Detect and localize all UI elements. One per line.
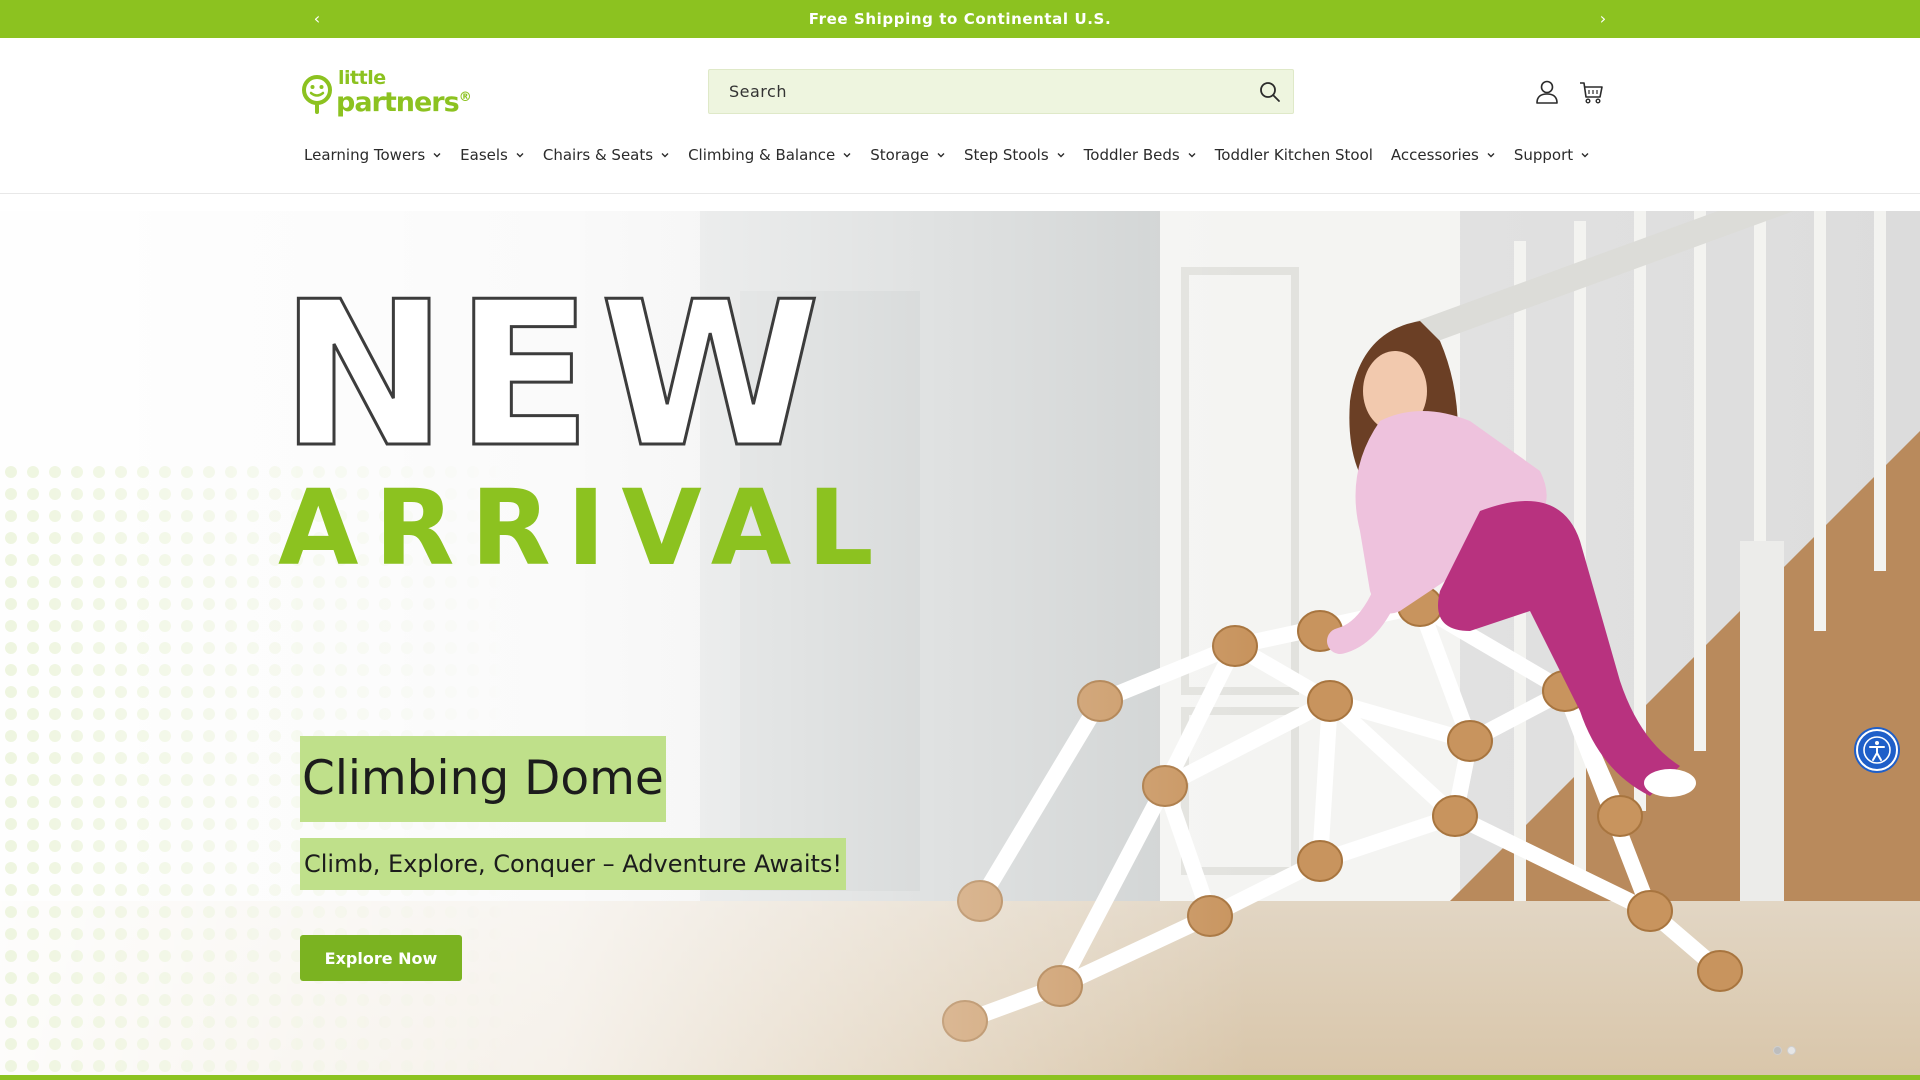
slide-indicators xyxy=(1773,1046,1801,1055)
hero-product-title: Climbing Dome xyxy=(300,736,666,822)
nav-item-learning-towers[interactable]: Learning Towers xyxy=(304,146,442,164)
chevron-down-icon xyxy=(1188,153,1196,158)
chevron-down-icon xyxy=(843,153,851,158)
hero-headline-arrival: ARRIVAL xyxy=(278,467,890,589)
slide-dot-1[interactable] xyxy=(1773,1046,1782,1055)
main-nav: Learning Towers Easels Chairs & Seats Climb… xyxy=(304,140,1590,170)
brand-logo[interactable]: little partners® xyxy=(302,68,477,118)
chevron-down-icon xyxy=(937,153,945,158)
nav-item-label: Accessories xyxy=(1390,146,1479,164)
chevron-down-icon xyxy=(433,153,441,158)
nav-item-support[interactable]: Support xyxy=(1514,146,1590,164)
announcement-bar: ‹ Free Shipping to Continental U.S. › xyxy=(0,0,1920,38)
logo-mark-icon xyxy=(302,75,332,114)
nav-item-label: Learning Towers xyxy=(304,146,426,164)
nav-item-easels[interactable]: Easels xyxy=(460,146,525,164)
hero-headline-new: NEW xyxy=(279,259,829,492)
chevron-down-icon xyxy=(661,153,669,158)
nav-item-label: Climbing & Balance xyxy=(688,146,836,164)
nav-item-storage[interactable]: Storage xyxy=(870,146,946,164)
chevron-down-icon xyxy=(1581,153,1589,158)
nav-item-toddler-beds[interactable]: Toddler Beds xyxy=(1084,146,1197,164)
nav-item-label: Toddler Kitchen Stool xyxy=(1214,146,1373,164)
nav-item-label: Toddler Beds xyxy=(1083,146,1180,164)
slide-dot-2[interactable] xyxy=(1787,1046,1796,1055)
search-icon[interactable] xyxy=(1257,79,1283,105)
accessibility-icon[interactable] xyxy=(1856,729,1898,771)
nav-item-toddler-kitchen-stool[interactable]: Toddler Kitchen Stool xyxy=(1215,146,1373,164)
nav-item-accessories[interactable]: Accessories xyxy=(1391,146,1496,164)
search-input[interactable] xyxy=(709,70,1249,113)
nav-item-chairs-seats[interactable]: Chairs & Seats xyxy=(543,146,670,164)
explore-now-button[interactable]: Explore Now xyxy=(300,935,462,981)
chevron-down-icon xyxy=(516,153,524,158)
chevron-down-icon xyxy=(1057,153,1065,158)
nav-item-label: Chairs & Seats xyxy=(542,146,654,164)
nav-item-climbing-balance[interactable]: Climbing & Balance xyxy=(688,146,852,164)
hero-tagline: Climb, Explore, Conquer – Adventure Awai… xyxy=(300,838,847,890)
nav-item-label: Step Stools xyxy=(963,146,1049,164)
nav-item-step-stools[interactable]: Step Stools xyxy=(964,146,1066,164)
cart-icon[interactable] xyxy=(1578,78,1606,106)
user-icon[interactable] xyxy=(1533,78,1561,106)
nav-item-label: Support xyxy=(1513,146,1574,164)
hero-banner: NEW ARRIVAL Climbing Dome Climb, Explore… xyxy=(0,211,1920,1075)
search-bar xyxy=(708,69,1294,114)
announcement-text: Free Shipping to Continental U.S. xyxy=(808,10,1112,28)
site-header: little partners® Learning Towers Easels Ch… xyxy=(0,38,1920,194)
hero-bottom-divider xyxy=(0,1075,1920,1080)
logo-text-partners: partners® xyxy=(336,87,472,118)
chevron-right-icon[interactable]: › xyxy=(1590,6,1616,32)
nav-item-label: Storage xyxy=(870,146,929,164)
chevron-down-icon xyxy=(1487,153,1495,158)
nav-item-label: Easels xyxy=(460,146,508,164)
